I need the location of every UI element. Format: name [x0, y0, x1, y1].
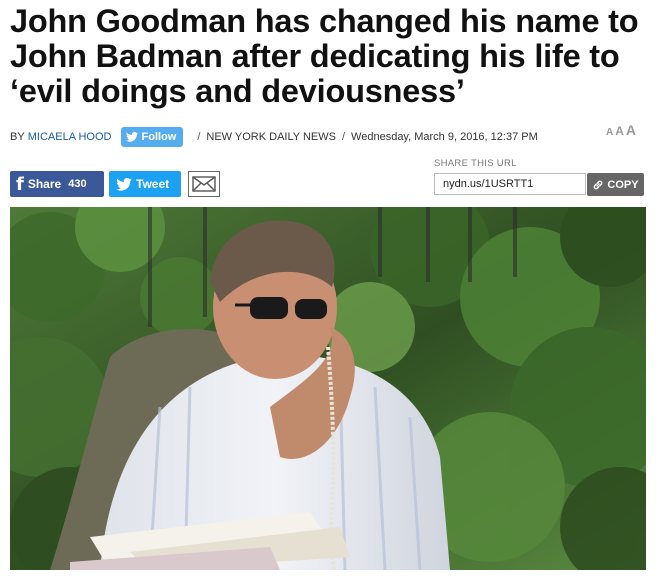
- envelope-icon: [192, 176, 216, 192]
- social-share-row: f Share 430 Tweet: [10, 171, 220, 197]
- follow-label: Follow: [141, 131, 177, 143]
- link-icon: [594, 180, 603, 189]
- twitter-follow-button[interactable]: Follow: [120, 127, 184, 147]
- article-photo-illustration: [10, 207, 646, 570]
- tweet-button[interactable]: Tweet: [109, 171, 181, 197]
- tweet-label: Tweet: [136, 177, 170, 191]
- article-headline: John Goodman has changed his name to Joh…: [10, 3, 639, 109]
- facebook-share-count: 430: [68, 178, 87, 190]
- share-url-label: SHARE THIS URL: [434, 158, 517, 169]
- facebook-share-button[interactable]: f Share 430: [10, 171, 104, 197]
- byline: BY MICAELA HOOD Follow / NEW YORK DAILY …: [10, 127, 538, 147]
- separator: /: [341, 131, 346, 143]
- article-photo[interactable]: [10, 207, 646, 570]
- author-link[interactable]: MICAELA HOOD: [28, 131, 112, 143]
- twitter-bird-icon: [125, 132, 138, 142]
- twitter-bird-icon: [116, 177, 132, 191]
- share-url-field[interactable]: [434, 173, 586, 195]
- font-size-controls: AAA: [606, 122, 638, 140]
- email-share-button[interactable]: [188, 171, 220, 197]
- copy-label: COPY: [607, 178, 639, 191]
- separator: /: [197, 131, 201, 143]
- publish-date: Wednesday, March 9, 2016, 12:37 PM: [351, 131, 538, 143]
- facebook-f-icon: f: [16, 173, 24, 195]
- publication-name[interactable]: NEW YORK DAILY NEWS: [206, 131, 336, 143]
- font-size-medium[interactable]: A: [615, 124, 624, 138]
- font-size-large[interactable]: A: [626, 122, 636, 138]
- facebook-share-label: Share: [27, 177, 62, 191]
- copy-url-button[interactable]: COPY: [587, 173, 644, 196]
- font-size-small[interactable]: A: [606, 127, 613, 138]
- byline-prefix: BY: [10, 131, 25, 143]
